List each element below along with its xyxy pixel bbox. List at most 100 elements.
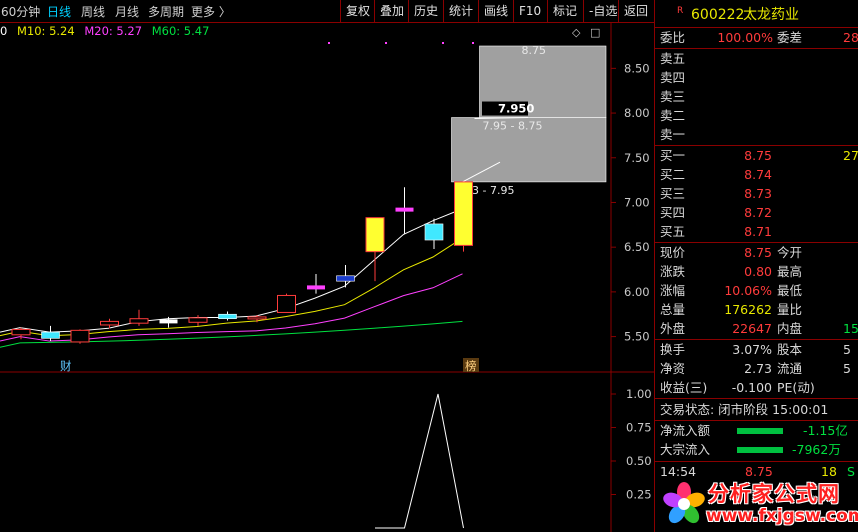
stat-value: 10.06% [724, 283, 772, 298]
watermark-url: www.fxjgsw.com [706, 506, 858, 526]
stat-row: 涨幅 10.06% 最低 [655, 282, 858, 300]
back-button[interactable]: 返回 [618, 0, 653, 22]
tab-month[interactable]: 月线 [115, 3, 139, 20]
y-tick-label: 8.00 [624, 106, 650, 120]
weibi-row: 委比 100.00% 委差 28 [655, 29, 858, 47]
y-tick-label: 6.50 [624, 240, 650, 254]
y-tick-label: 6.00 [624, 285, 650, 299]
ind-tick-label: 0.75 [626, 421, 652, 435]
watermark-name: 分析家公式网 [708, 482, 840, 506]
candle-body [395, 207, 414, 212]
stat-value: 176262 [724, 302, 772, 317]
block-value: -7962万 [792, 442, 841, 457]
margin-badge: R [677, 6, 684, 16]
bid-row: 买四 8.72 [655, 204, 858, 222]
history-button[interactable]: 历史 [408, 0, 443, 22]
candle-body [307, 285, 325, 290]
candle-body [129, 318, 149, 324]
candle-body [218, 313, 237, 320]
stat-row: 外盘 22647 内盘 15 [655, 320, 858, 338]
bid-price: 8.74 [744, 167, 772, 182]
fund-label-2: 股本 [777, 342, 803, 357]
bid-row: 买一 8.75 27 [655, 147, 858, 165]
fund-value: -0.100 [731, 380, 772, 395]
fund-label-2: PE(动) [777, 380, 815, 395]
fund-value: 2.73 [744, 361, 772, 376]
bid-price: 8.72 [744, 205, 772, 220]
signal-dot [385, 42, 387, 44]
stat-value-2: 15 [843, 321, 858, 336]
stat-label-2: 内盘 [777, 321, 803, 336]
bid-volume: 27 [843, 148, 858, 163]
ind-tick-label: 1.00 [626, 387, 652, 401]
ask-label: 卖一 [660, 127, 686, 142]
fund-label: 收益(三) [660, 380, 708, 395]
fundamental-row: 换手 3.07% 股本 5 [655, 341, 858, 359]
candle-body [454, 181, 473, 246]
candle-body [424, 223, 444, 241]
quote-panel: R 600222 太龙药业 委比 100.00% 委差 28 卖五 卖四 卖三 卖二卖… [654, 0, 858, 532]
stat-label: 总量 [660, 302, 686, 317]
ma5-line [0, 208, 463, 333]
y-tick-label: 5.50 [624, 330, 650, 344]
stats-button[interactable]: 统计 [443, 0, 478, 22]
weibi-label: 委比 [660, 30, 686, 45]
ask-label: 卖三 [660, 89, 686, 104]
event-marker-finance: 财 [60, 359, 72, 373]
fund-value-2: 5 [843, 342, 851, 357]
netflow-value: -1.15亿 [803, 423, 848, 438]
candle-body [277, 294, 296, 313]
event-marker-list: 榜 [465, 359, 477, 373]
signal-dot [442, 42, 444, 44]
fund-label: 净资 [660, 361, 686, 376]
weibi-value: 100.00% [717, 30, 773, 45]
fundamental-row: 收益(三) -0.100 PE(动) [655, 379, 858, 397]
stock-code: 600222 [691, 7, 745, 23]
stat-label-2: 今开 [777, 245, 803, 260]
overlay-button[interactable]: 叠加 [374, 0, 409, 22]
tab-60min[interactable]: 60分钟 [1, 3, 40, 20]
tab-more[interactable]: 更多 〉 [191, 3, 231, 20]
candle-body [100, 320, 119, 326]
bid-label: 买三 [660, 186, 686, 201]
y-tick-label: 7.00 [624, 195, 650, 209]
watchlist-button[interactable]: -自选 [583, 0, 622, 22]
bid-price: 8.73 [744, 186, 772, 201]
stat-label: 外盘 [660, 321, 686, 336]
ma10-line [0, 237, 463, 337]
ma60-line [0, 320, 463, 348]
fuquan-button[interactable]: 复权 [340, 0, 375, 22]
candle-body [11, 328, 31, 336]
stat-row: 现价 8.75 今开 [655, 244, 858, 262]
candle-body [41, 331, 60, 339]
stat-label-2: 最高 [777, 264, 803, 279]
fund-value-2: 5 [843, 361, 851, 376]
netflow-row: 净流入额 -1.15亿 [655, 422, 858, 440]
stat-label-2: 量比 [777, 302, 803, 317]
chart-toolbar: 60分钟 日线 周线 月线 多周期 更多 〉 复权 叠加 历史 统计 画线 F1… [0, 0, 654, 23]
candle-body [70, 329, 90, 343]
candle-body [365, 217, 385, 253]
kline-chart[interactable]: 7.23 - 7.957.95 - 8.758.757.950 ◇ □ 8.508… [0, 22, 654, 532]
price-tag-label: 7.950 [498, 102, 534, 116]
candle-body [247, 316, 267, 320]
stat-value: 22647 [732, 321, 772, 336]
bid-price: 8.75 [744, 148, 772, 163]
tab-week[interactable]: 周线 [81, 3, 105, 20]
mark-button[interactable]: 标记 [547, 0, 582, 22]
tab-day[interactable]: 日线 [47, 3, 71, 20]
signal-dot [472, 42, 474, 44]
bid-label: 买五 [660, 224, 686, 239]
draw-button[interactable]: 画线 [478, 0, 513, 22]
tab-multi-period[interactable]: 多周期 [148, 3, 184, 20]
indicator-line [375, 393, 464, 529]
f10-button[interactable]: F10 [513, 0, 546, 22]
fundamental-row: 净资 2.73 流通 5 [655, 360, 858, 378]
candle-body [188, 317, 208, 323]
netflow-bar [737, 428, 783, 434]
ask-row: 卖五 [655, 50, 858, 68]
ask-row: 卖三 [655, 88, 858, 106]
ask-row: 卖四 [655, 69, 858, 87]
stock-header: R 600222 太龙药业 [655, 4, 858, 26]
y-tick-label: 7.50 [624, 151, 650, 165]
